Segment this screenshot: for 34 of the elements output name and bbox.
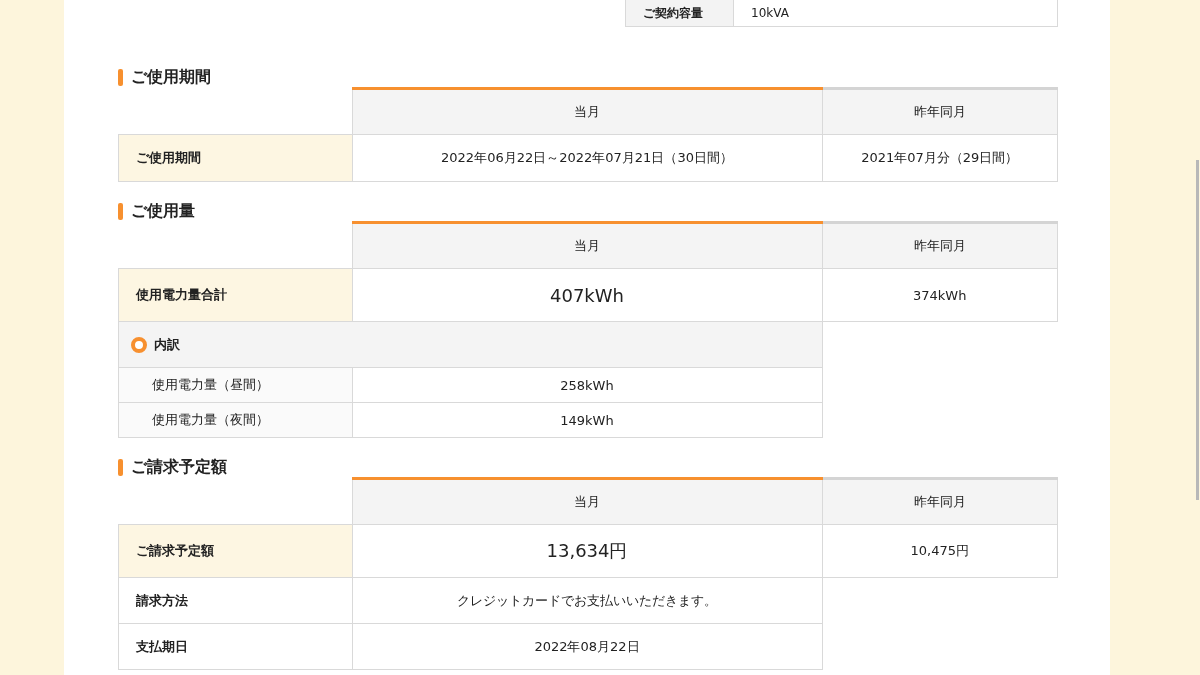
table-cell: 10,475円 [822,524,1058,578]
row-label: 請求方法 [118,577,352,624]
row-label: ご請求予定額 [118,524,352,578]
column-header: 当月 [352,478,822,525]
table-cell: 258kWh [352,367,822,403]
table-cell: 2022年08月22日 [352,623,822,670]
row-label: ご使用期間 [118,134,352,182]
column-header: 昨年同月 [822,478,1058,525]
section-heading: ご請求予定額 [131,456,227,478]
section-heading: ご使用量 [131,200,195,222]
section-heading: ご使用期間 [131,66,211,88]
table-cell: 374kWh [822,268,1058,322]
scrollbar[interactable] [1196,160,1199,500]
heading-marker-icon [118,458,123,476]
ring-icon [131,336,147,353]
contract-label: ご契約容量 [625,0,734,27]
column-header: 当月 [352,88,822,135]
row-label: 支払期日 [118,623,352,670]
heading-marker-icon [118,202,123,220]
contract-value: 10kVA [733,0,1058,27]
row-label: 使用電力量合計 [118,268,352,322]
column-header: 当月 [352,222,822,269]
column-header: 昨年同月 [822,222,1058,269]
table-cell: 13,634円 [352,524,822,578]
breakdown-label: 内訳 [154,335,180,354]
table-cell: 407kWh [352,268,822,322]
table-cell: 149kWh [352,402,822,438]
table-cell: 2021年07月分（29日間） [822,134,1058,182]
table-cell: 2022年06月22日～2022年07月21日（30日間） [352,134,822,182]
heading-marker-icon [118,68,123,86]
table-cell: クレジットカードでお支払いいただきます。 [352,577,822,624]
column-header: 昨年同月 [822,88,1058,135]
row-label: 使用電力量（夜間） [118,402,352,438]
row-label: 使用電力量（昼間） [118,367,352,403]
